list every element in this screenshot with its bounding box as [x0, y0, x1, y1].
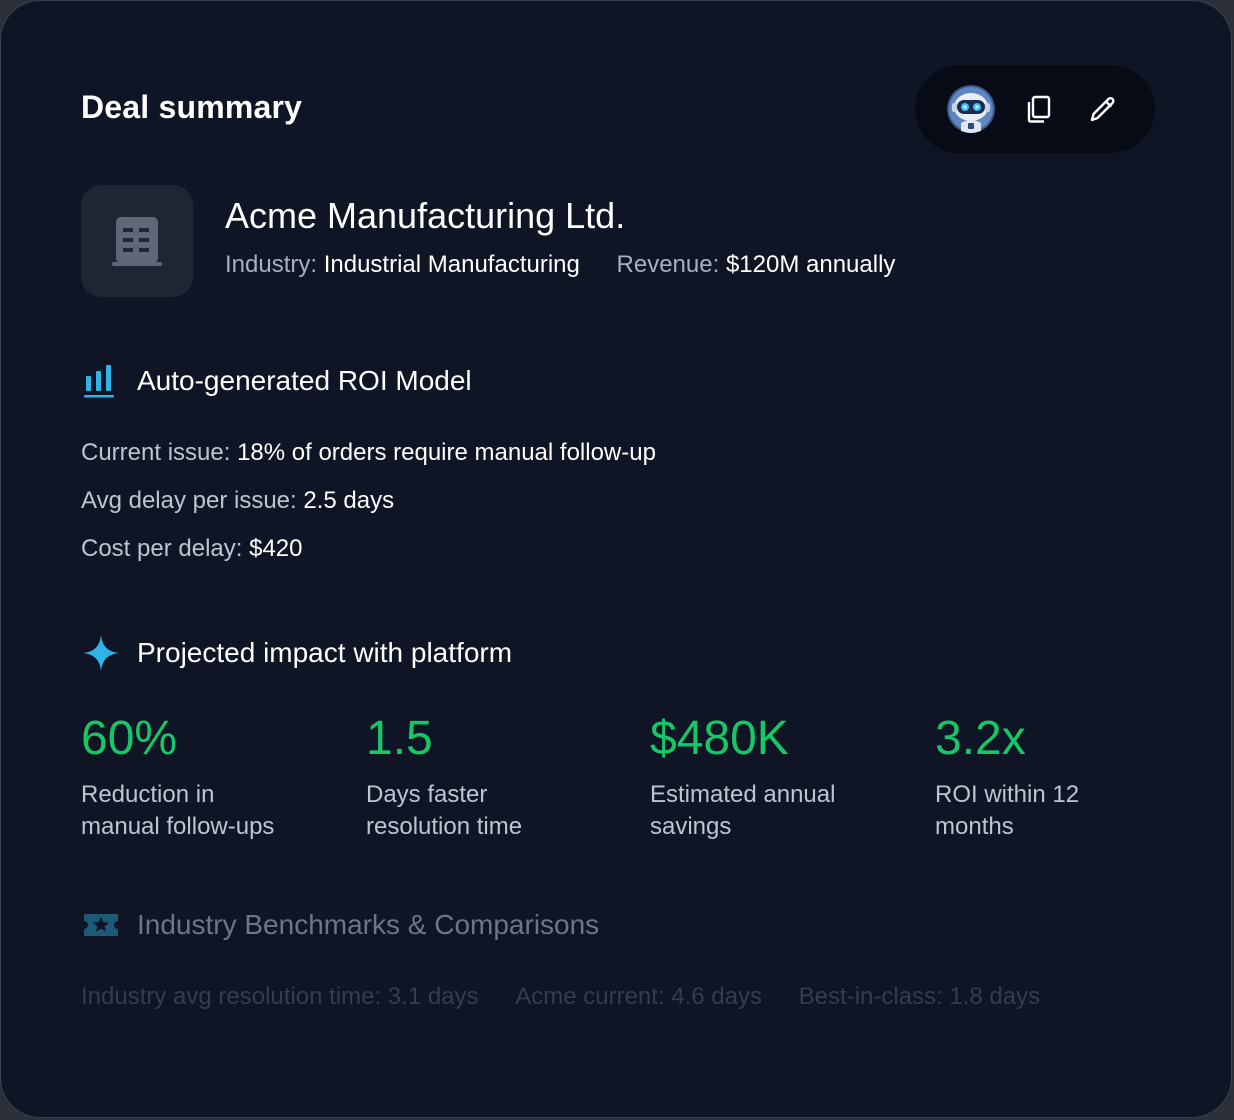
- robot-avatar-icon[interactable]: [947, 85, 995, 133]
- roi-line-label: Cost per delay:: [81, 535, 243, 562]
- stat-description: Days faster resolution time: [366, 779, 606, 843]
- benchmarks-header: Industry Benchmarks & Comparisons: [81, 905, 599, 945]
- roi-line-label: Current issue:: [81, 439, 231, 466]
- pencil-icon[interactable]: [1087, 93, 1119, 125]
- stat-roi: 3.2x ROI within 12 months: [935, 707, 1175, 843]
- deal-summary-card: Deal summary Acme Manufacturing Ltd. Ind…: [0, 0, 1232, 1118]
- impact-title: Projected impact with platform: [137, 637, 513, 668]
- sparkle-icon: [81, 633, 121, 673]
- stat-description: Reduction in manual follow-ups: [81, 779, 321, 843]
- company-meta: Industry: Industrial Manufacturing Reven…: [225, 251, 925, 279]
- benchmarks-title: Industry Benchmarks & Comparisons: [137, 909, 600, 940]
- stat-desc-line: Reduction in: [81, 781, 215, 808]
- toolbar: [915, 65, 1155, 153]
- roi-line-current-issue: Current issue: 18% of orders require man…: [81, 439, 656, 467]
- stat-desc-line: savings: [650, 813, 732, 840]
- benchmarks-row: Industry avg resolution time: 3.1 days A…: [81, 983, 1070, 1011]
- revenue-label: Revenue:: [616, 251, 720, 278]
- stat-desc-line: Days faster: [366, 781, 488, 808]
- roi-line-avg-delay: Avg delay per issue: 2.5 days: [81, 487, 394, 515]
- roi-line-cost-per-delay: Cost per delay: $420: [81, 535, 302, 563]
- stat-savings: $480K Estimated annual savings: [650, 707, 890, 843]
- stat-desc-line: manual follow-ups: [81, 813, 275, 840]
- impact-header: Projected impact with platform: [81, 633, 512, 673]
- roi-model-title: Auto-generated ROI Model: [137, 365, 472, 396]
- stat-value: 60%: [81, 712, 178, 765]
- stat-reduction: 60% Reduction in manual follow-ups: [81, 707, 321, 843]
- stat-desc-line: resolution time: [366, 813, 523, 840]
- ticket-star-icon: [81, 905, 121, 945]
- industry-value: Industrial Manufacturing: [323, 251, 580, 278]
- revenue-value: $120M annually: [725, 251, 896, 278]
- stat-value: 3.2x: [935, 712, 1026, 765]
- benchmark-item: Best-in-class: 1.8 days: [798, 983, 1041, 1010]
- company-name: Acme Manufacturing Ltd.: [225, 195, 626, 236]
- stat-days-faster: 1.5 Days faster resolution time: [366, 707, 606, 843]
- revenue-field: Revenue: $120M annually: [617, 251, 896, 279]
- roi-model-header: Auto-generated ROI Model: [81, 361, 472, 401]
- roi-line-value: $420: [249, 535, 303, 562]
- bar-chart-icon: [81, 361, 121, 401]
- roi-line-label: Avg delay per issue:: [81, 487, 297, 514]
- page-title: Deal summary: [81, 89, 303, 125]
- roi-line-value: 2.5 days: [303, 487, 395, 514]
- building-icon: [81, 185, 193, 297]
- stat-value: $480K: [650, 712, 789, 765]
- roi-line-value: 18% of orders require manual follow-up: [237, 439, 656, 466]
- stat-desc-line: ROI within 12: [935, 781, 1080, 808]
- stat-desc-line: Estimated annual: [650, 781, 836, 808]
- benchmark-item: Acme current: 4.6 days: [515, 983, 762, 1010]
- stat-desc-line: months: [935, 813, 1014, 840]
- benchmark-item: Industry avg resolution time: 3.1 days: [81, 983, 479, 1010]
- industry-label: Industry:: [225, 251, 318, 278]
- stat-value: 1.5: [366, 712, 433, 765]
- industry-field: Industry: Industrial Manufacturing: [225, 251, 580, 279]
- stat-description: ROI within 12 months: [935, 779, 1175, 843]
- stat-description: Estimated annual savings: [650, 779, 890, 843]
- copy-icon[interactable]: [1023, 93, 1055, 125]
